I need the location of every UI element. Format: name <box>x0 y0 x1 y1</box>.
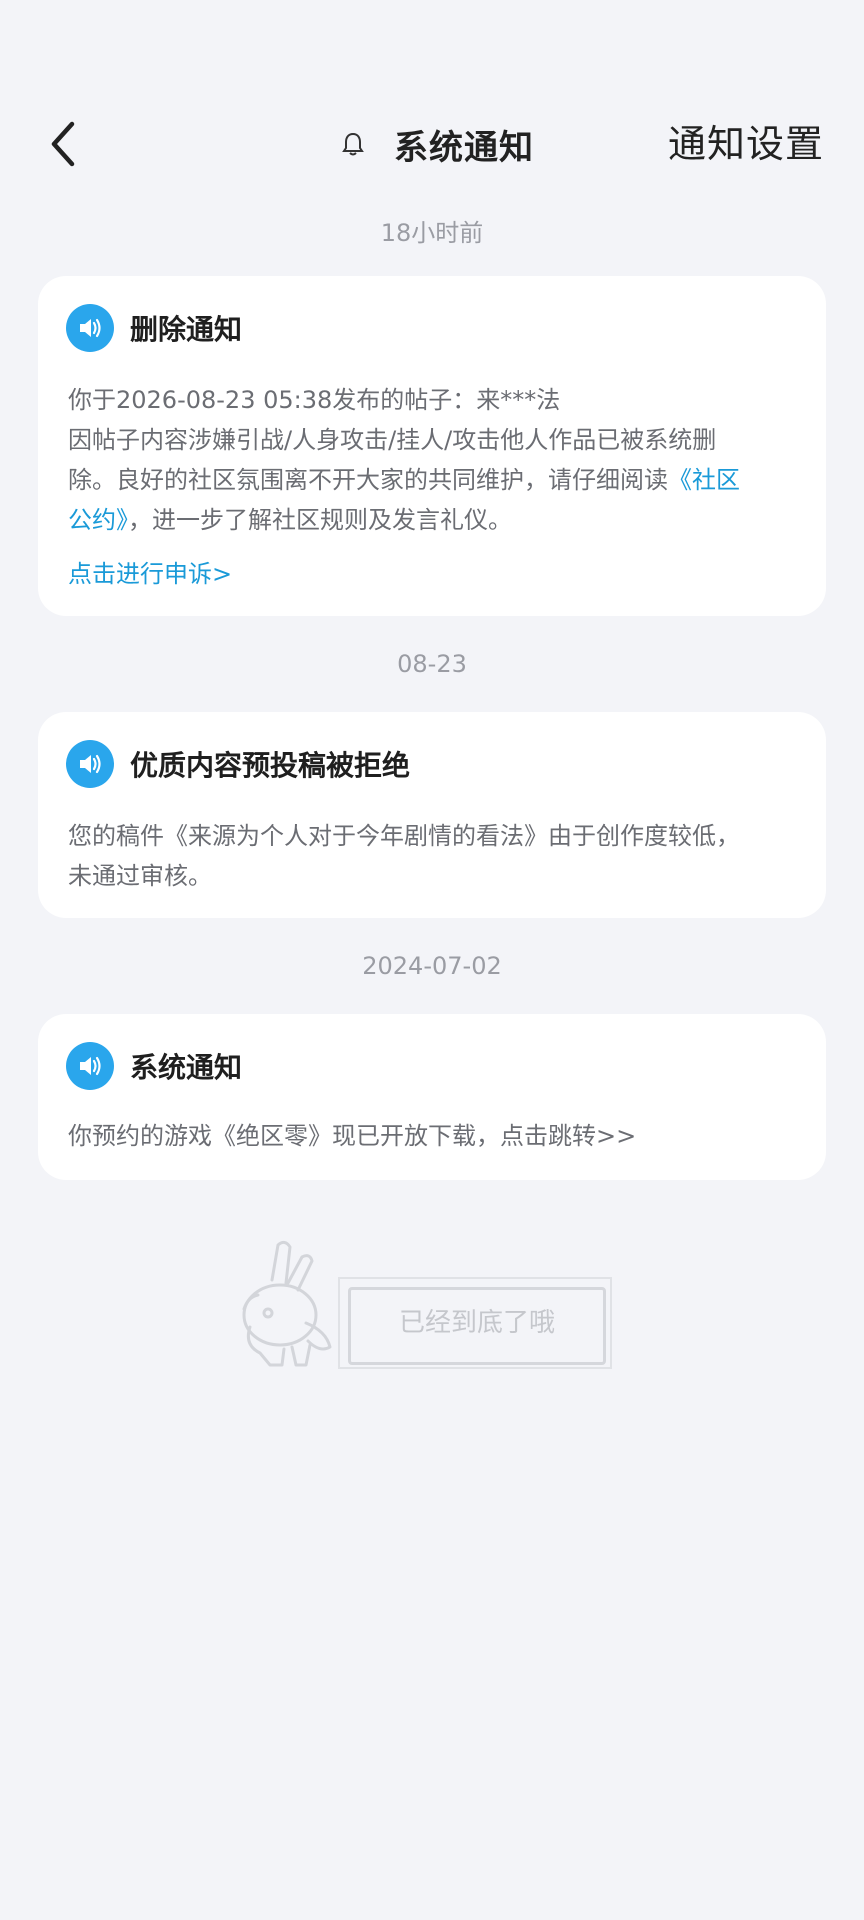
card-body: 你于2026-08-23 05:38发布的帖子：来***法 因帖子内容涉嫌引战/… <box>68 380 796 540</box>
speaker-icon <box>66 1042 114 1090</box>
notification-card-rejected[interactable]: 优质内容预投稿被拒绝 您的稿件《来源为个人对于今年剧情的看法》由于创作度较低， … <box>38 712 826 918</box>
body-line: 您的稿件《来源为个人对于今年剧情的看法》由于创作度较低， <box>68 822 740 850</box>
card-title: 优质内容预投稿被拒绝 <box>130 749 411 782</box>
header: 系统通知 通知设置 <box>0 100 864 190</box>
body-line: 除。良好的社区氛围离不开大家的共同维护，请仔细阅读《社区 <box>68 460 796 500</box>
speaker-icon <box>66 740 114 788</box>
end-of-list: 已经到底了哦 <box>230 1235 630 1370</box>
end-of-list-text: 已经到底了哦 <box>398 1308 555 1338</box>
body-line: 未通过审核。 <box>68 862 212 890</box>
body-line: 你预约的游戏《绝区零》现已开放下载，点击跳转>> <box>68 1122 637 1150</box>
time-label: 08-23 <box>397 650 467 678</box>
card-title: 删除通知 <box>130 313 243 346</box>
speaker-icon <box>66 304 114 352</box>
body-text: ，进一步了解社区规则及发言礼仪。 <box>128 506 512 534</box>
community-rules-link[interactable]: 《社区 <box>668 466 740 494</box>
card-body: 您的稿件《来源为个人对于今年剧情的看法》由于创作度较低， 未通过审核。 <box>68 816 796 896</box>
body-line: 因帖子内容涉嫌引战/人身攻击/挂人/攻击他人作品已被系统删 <box>68 426 717 454</box>
card-header: 系统通知 <box>66 1042 242 1090</box>
notification-card-system[interactable]: 系统通知 你预约的游戏《绝区零》现已开放下载，点击跳转>> <box>38 1014 826 1180</box>
card-title: 系统通知 <box>130 1051 243 1084</box>
page-title: 系统通知 <box>394 127 534 168</box>
bell-icon <box>342 132 364 156</box>
notification-settings-button[interactable]: 通知设置 <box>668 118 824 170</box>
card-header: 优质内容预投稿被拒绝 <box>66 740 410 788</box>
notification-card-delete[interactable]: 删除通知 你于2026-08-23 05:38发布的帖子：来***法 因帖子内容… <box>38 276 826 616</box>
body-text: 除。良好的社区氛围离不开大家的共同维护，请仔细阅读 <box>68 466 668 494</box>
time-label: 2024-07-02 <box>362 952 502 980</box>
body-line: 你于2026-08-23 05:38发布的帖子：来***法 <box>68 386 561 414</box>
appeal-link[interactable]: 点击进行申诉> <box>68 554 232 589</box>
title-group: 系统通知 <box>340 118 534 170</box>
mascot-icon <box>242 1240 332 1367</box>
back-button[interactable] <box>44 118 84 170</box>
card-body: 你预约的游戏《绝区零》现已开放下载，点击跳转>> <box>68 1116 796 1156</box>
community-rules-link-cont[interactable]: 公约》 <box>68 506 128 534</box>
chevron-left-icon <box>51 121 75 167</box>
body-line: 公约》，进一步了解社区规则及发言礼仪。 <box>68 500 796 540</box>
card-header: 删除通知 <box>66 304 242 352</box>
time-label: 18小时前 <box>380 219 484 247</box>
